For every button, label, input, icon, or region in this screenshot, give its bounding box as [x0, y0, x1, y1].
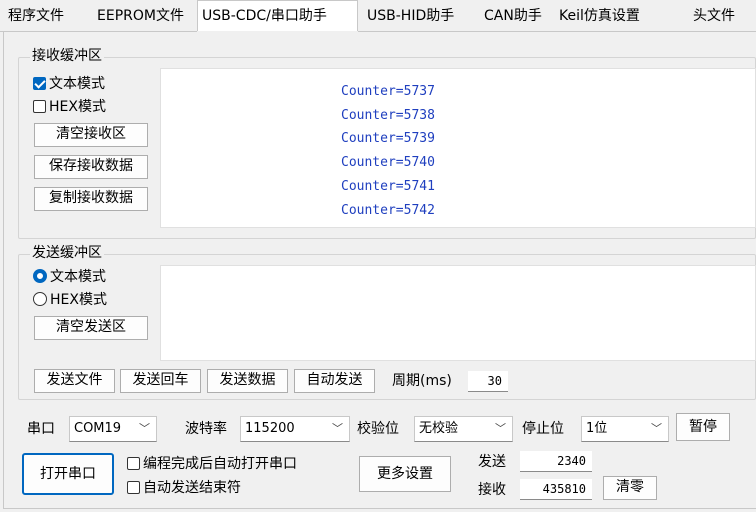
parity-select[interactable]: 无校验 ﹀ [414, 416, 513, 442]
open-port-button[interactable]: 打开串口 [22, 453, 114, 495]
radio-icon[interactable] [33, 292, 47, 306]
send-hex-mode[interactable]: HEX模式 [33, 291, 107, 309]
receive-textarea[interactable]: Counter=5737 Counter=5738 Counter=5739 C… [160, 68, 756, 228]
tab-usb-hid[interactable]: USB-HID助手 [363, 3, 458, 31]
sent-label: 发送 [478, 454, 506, 470]
radio-checked-icon[interactable] [33, 269, 47, 283]
checkbox-icon[interactable] [127, 481, 140, 494]
tab-bar: 程序文件 EEPROM文件 USB-CDC/串口助手 USB-HID助手 CAN… [0, 0, 756, 32]
auto-send-button[interactable]: 自动发送 [294, 369, 375, 393]
receive-line: Counter=5739 [341, 131, 435, 146]
parity-label: 校验位 [357, 421, 399, 437]
copy-receive-button[interactable]: 复制接收数据 [34, 187, 148, 211]
checkbox-checked-icon[interactable] [33, 77, 46, 90]
send-file-button[interactable]: 发送文件 [34, 369, 115, 393]
reset-count-button[interactable]: 清零 [603, 476, 657, 500]
port-label: 串口 [27, 421, 55, 437]
tab-header-file[interactable]: 头文件 [689, 3, 739, 31]
send-legend: 发送缓冲区 [30, 245, 104, 261]
tab-eeprom-file[interactable]: EEPROM文件 [93, 3, 188, 31]
sent-count: 2340 [520, 451, 592, 472]
more-settings-button[interactable]: 更多设置 [359, 456, 451, 492]
auto-end-checkbox[interactable]: 自动发送结束符 [127, 479, 241, 497]
tab-usb-cdc-serial[interactable]: USB-CDC/串口助手 [197, 0, 358, 32]
pause-button[interactable]: 暂停 [676, 413, 730, 441]
period-label: 周期(ms) [392, 373, 452, 389]
chevron-down-icon: ﹀ [495, 422, 506, 435]
tab-can[interactable]: CAN助手 [480, 3, 546, 31]
send-enter-button[interactable]: 发送回车 [120, 369, 201, 393]
tab-divider [358, 31, 756, 32]
chevron-down-icon: ﹀ [139, 422, 150, 435]
clear-send-button[interactable]: 清空发送区 [34, 316, 148, 340]
receive-line: Counter=5738 [341, 108, 435, 123]
tab-program-file[interactable]: 程序文件 [4, 3, 68, 31]
send-text-mode[interactable]: 文本模式 [33, 268, 106, 286]
tab-divider [0, 31, 197, 32]
receive-line: Counter=5740 [341, 155, 435, 170]
period-input[interactable]: 30 [468, 371, 508, 392]
checkbox-icon[interactable] [33, 100, 46, 113]
receive-line: Counter=5737 [341, 84, 435, 99]
receive-line: Counter=5741 [341, 179, 435, 194]
stop-bits-label: 停止位 [522, 421, 564, 437]
save-receive-button[interactable]: 保存接收数据 [34, 155, 148, 179]
received-label: 接收 [478, 482, 506, 498]
clear-receive-button[interactable]: 清空接收区 [34, 123, 148, 147]
send-textarea[interactable] [160, 265, 756, 361]
receive-hex-mode[interactable]: HEX模式 [33, 98, 106, 116]
receive-text-mode[interactable]: 文本模式 [33, 75, 105, 93]
chevron-down-icon: ﹀ [651, 422, 662, 435]
tab-keil-sim[interactable]: Keil仿真设置 [555, 3, 644, 31]
port-select[interactable]: COM19 ﹀ [69, 416, 157, 442]
send-data-button[interactable]: 发送数据 [207, 369, 288, 393]
auto-open-checkbox[interactable]: 编程完成后自动打开串口 [127, 455, 297, 473]
checkbox-icon[interactable] [127, 457, 140, 470]
baud-label: 波特率 [185, 421, 227, 437]
stop-bits-select[interactable]: 1位 ﹀ [581, 416, 669, 442]
baud-select[interactable]: 115200 ﹀ [240, 416, 350, 442]
receive-legend: 接收缓冲区 [30, 48, 104, 64]
received-count: 435810 [520, 479, 592, 500]
receive-line: Counter=5742 [341, 203, 435, 218]
chevron-down-icon: ﹀ [332, 422, 343, 435]
